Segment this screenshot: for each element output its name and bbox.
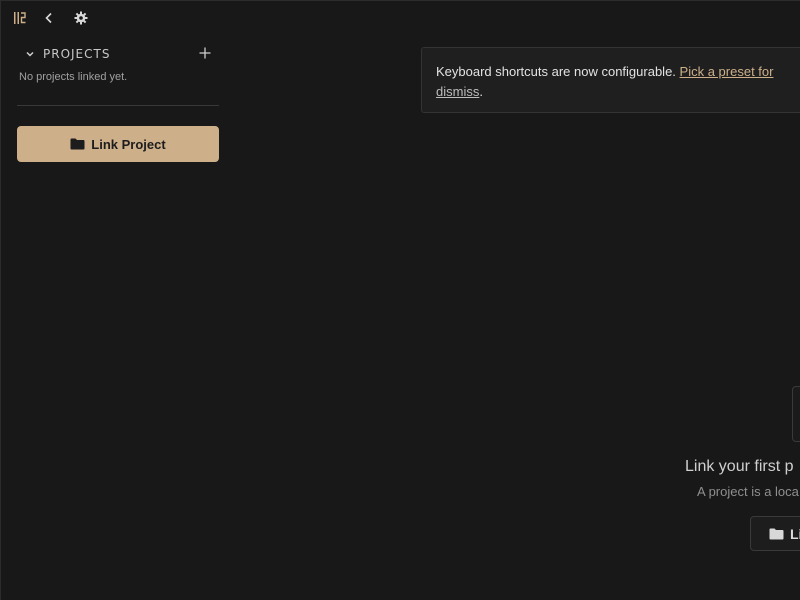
toast-suffix: . — [479, 84, 483, 99]
chevron-down-icon[interactable] — [23, 47, 37, 61]
projects-title: PROJECTS — [43, 47, 111, 61]
folder-icon — [70, 138, 85, 150]
projects-section-header[interactable]: PROJECTS — [17, 43, 219, 65]
sidebar-divider — [17, 105, 219, 106]
sidebar-toggle-icon[interactable] — [9, 7, 31, 29]
dismiss-link[interactable]: dismiss — [436, 84, 479, 99]
link-project-button[interactable]: Link Project — [17, 126, 219, 162]
folder-icon — [769, 528, 784, 540]
empty-state-link-button[interactable]: Li — [750, 516, 800, 551]
projects-empty-text: No projects linked yet. — [19, 71, 128, 83]
add-project-icon[interactable] — [195, 43, 215, 63]
empty-state-title: Link your first p — [685, 458, 794, 475]
pick-preset-link[interactable]: Pick a preset for — [680, 64, 774, 79]
empty-state-subtitle: A project is a loca — [697, 484, 799, 499]
toast-message: Keyboard shortcuts are now configurable. — [436, 64, 676, 79]
top-toolbar — [1, 1, 233, 35]
empty-state-illustration — [792, 386, 800, 442]
sidebar: PROJECTS No projects linked yet. Link Pr… — [1, 35, 233, 600]
link-project-label: Link Project — [91, 136, 166, 152]
empty-state-button-label: Li — [790, 525, 800, 542]
shortcuts-toast: Keyboard shortcuts are now configurable.… — [421, 47, 800, 113]
gear-icon[interactable] — [70, 7, 92, 29]
app-window: PROJECTS No projects linked yet. Link Pr… — [0, 0, 800, 600]
back-icon[interactable] — [38, 7, 60, 29]
